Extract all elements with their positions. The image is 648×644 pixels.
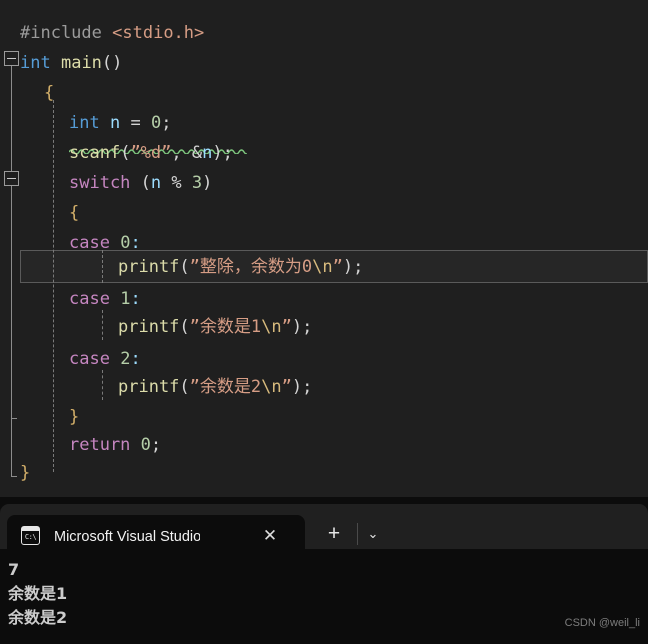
token-include-path: <stdio.h> <box>112 23 205 43</box>
code-line[interactable]: #include <stdio.h> <box>0 18 648 48</box>
code-line[interactable]: case 1: <box>0 284 648 314</box>
token-variable: n <box>202 143 213 163</box>
token-keyword: return <box>69 435 131 455</box>
token-function: printf <box>118 317 180 337</box>
code-line[interactable]: int main() <box>0 48 648 78</box>
token-keyword: int <box>20 53 51 73</box>
token-function: printf <box>118 257 180 277</box>
token-keyword: case <box>69 349 110 369</box>
code-line[interactable]: { <box>0 78 648 108</box>
token-number: 0 <box>120 233 131 253</box>
terminal-output[interactable]: 7 余数是1 余数是2 <box>0 549 648 644</box>
code-line[interactable]: return 0; <box>0 430 648 460</box>
token-number: 0 <box>140 435 151 455</box>
token-function: main <box>60 53 102 73</box>
token-function: printf <box>118 377 180 397</box>
token-keyword: switch <box>69 173 131 193</box>
token-escape: \n <box>261 317 282 337</box>
code-line[interactable]: printf(”余数是1\n”); <box>0 312 648 342</box>
csdn-watermark: CSDN @weil_li <box>564 617 640 629</box>
output-line: 余数是1 <box>8 584 68 603</box>
terminal-window[interactable]: C:\ Microsoft Visual Studio 调试控 ✕ + ⌄ 7 … <box>0 497 648 644</box>
token-preprocessor: #include <box>20 23 102 43</box>
token-string: ”余数是2 <box>189 377 262 397</box>
code-line[interactable]: case 2: <box>0 344 648 374</box>
token-string: ”整除，余数为0 <box>189 257 313 277</box>
output-line: 余数是2 <box>8 608 68 627</box>
tabbar-divider <box>357 523 358 545</box>
code-line[interactable]: { <box>0 198 648 228</box>
code-editor-pane[interactable]: #include <stdio.h> int main() { int n = … <box>0 0 648 497</box>
console-icon: C:\ <box>21 526 40 545</box>
chevron-down-icon[interactable]: ⌄ <box>362 523 384 545</box>
token-number: 3 <box>191 173 203 193</box>
token-number: 1 <box>120 289 131 309</box>
code-line[interactable]: scanf(”%d”, &n); <box>0 138 648 168</box>
token-function: scanf <box>69 143 121 163</box>
code-line-active[interactable]: printf(”整除，余数为0\n”); <box>0 252 648 282</box>
new-tab-button[interactable]: + <box>322 522 346 546</box>
terminal-tab-title: Microsoft Visual Studio 调试控 <box>54 529 200 545</box>
console-icon-glyph: C:\ <box>24 533 37 541</box>
token-keyword: case <box>69 289 110 309</box>
token-escape: \n <box>312 257 333 277</box>
token-keyword: int <box>69 113 100 133</box>
terminal-titlebar[interactable]: C:\ Microsoft Visual Studio 调试控 ✕ + ⌄ <box>0 504 648 556</box>
token-string: ”余数是1 <box>189 317 262 337</box>
code-line[interactable]: printf(”余数是2\n”); <box>0 372 648 402</box>
token-variable: n <box>150 173 162 193</box>
code-line[interactable]: int n = 0; <box>0 108 648 138</box>
token-number: 2 <box>120 349 131 369</box>
token-escape: \n <box>261 377 282 397</box>
token-variable: n <box>109 113 121 133</box>
token-number: 0 <box>150 113 162 133</box>
token-keyword: case <box>69 233 110 253</box>
output-line: 7 <box>8 560 20 579</box>
code-line[interactable]: } <box>0 402 648 432</box>
token-string: ”%d” <box>130 143 172 163</box>
close-icon[interactable]: ✕ <box>259 525 281 547</box>
code-line[interactable]: switch (n % 3) <box>0 168 648 198</box>
code-line[interactable]: } <box>0 458 648 488</box>
